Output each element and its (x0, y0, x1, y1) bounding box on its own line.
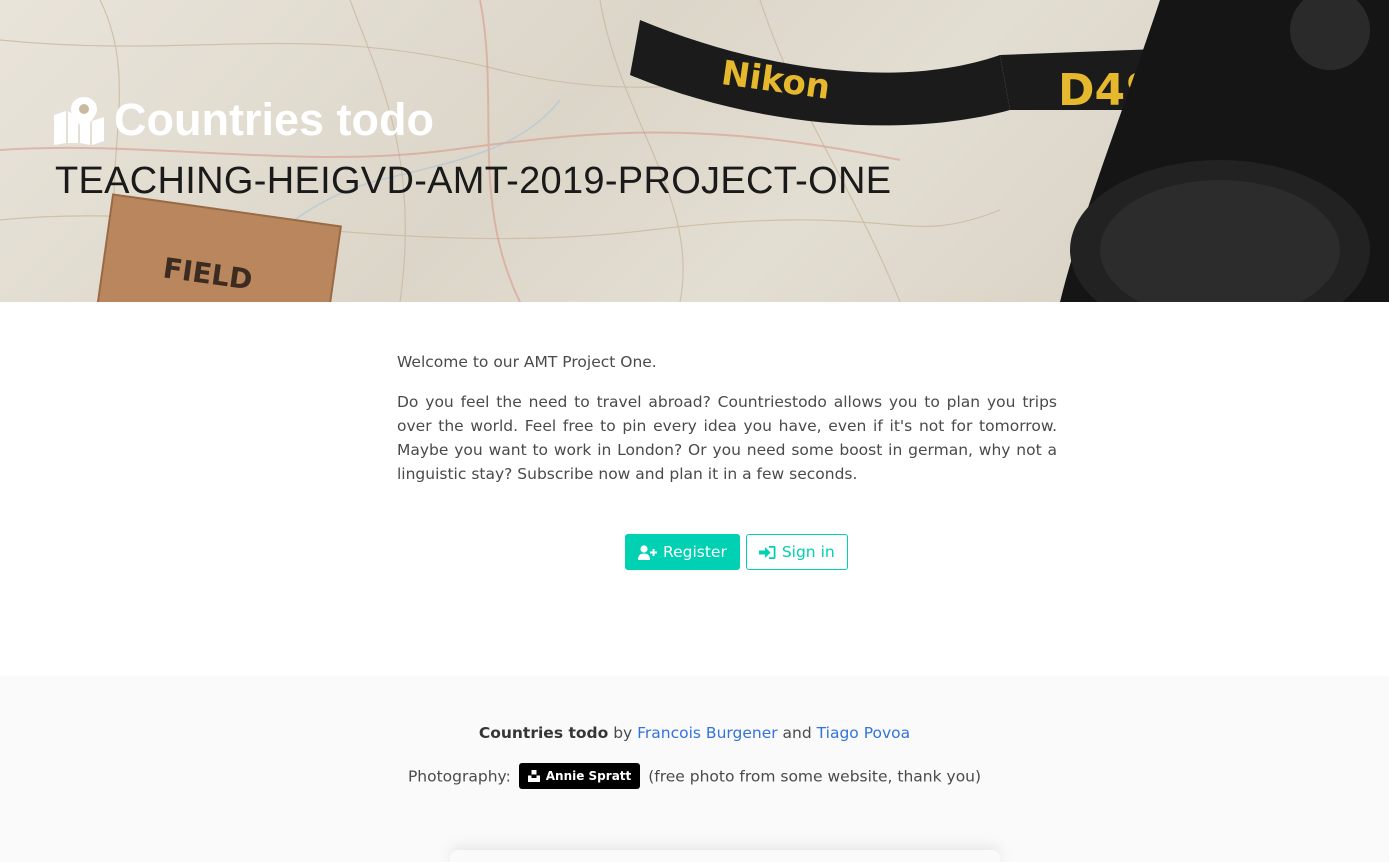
unsplash-icon (527, 770, 540, 782)
photography-label: Photography: (407, 767, 511, 786)
brand-title: Countries todo (114, 94, 434, 145)
register-button[interactable]: Register (625, 534, 740, 570)
footer-photo-credit: Photography: Annie Spratt (free photo fr… (0, 763, 1389, 790)
page-subtitle: TEACHING-HEIGVD-AMT-2019-PROJECT-ONE (55, 160, 892, 202)
bottom-shadow-card (450, 850, 1000, 862)
hero-banner: FIELD Nikon D4S Countries todo TEACHING-… (0, 0, 1389, 302)
register-label: Register (663, 543, 727, 561)
footer-credits: Countries todo by Francois Burgener and … (0, 724, 1389, 742)
map-marked-icon (54, 97, 104, 145)
footer-app-name: Countries todo (478, 724, 609, 742)
description-text: Do you feel the need to travel abroad? C… (397, 393, 1057, 483)
sign-in-icon (758, 545, 776, 559)
photo-note: (free photo from some website, thank you… (648, 767, 982, 786)
author-link-tiago[interactable]: Tiago Povoa (817, 724, 910, 742)
user-plus-icon (638, 544, 657, 560)
brand[interactable]: Countries todo (52, 94, 434, 146)
photographer-name: Annie Spratt (545, 769, 632, 783)
signin-button[interactable]: Sign in (745, 534, 848, 570)
intro-section: Welcome to our AMT Project One. Do you f… (397, 350, 1057, 502)
signin-label: Sign in (781, 543, 835, 561)
welcome-text: Welcome to our AMT Project One. (397, 353, 657, 371)
hero-background-photo: FIELD Nikon D4S (0, 0, 1389, 302)
footer-by: by (613, 724, 633, 742)
photographer-badge[interactable]: Annie Spratt (518, 763, 641, 789)
author-link-francois[interactable]: Francois Burgener (637, 724, 777, 742)
footer-and: and (782, 724, 812, 742)
action-buttons: Register Sign in (625, 534, 848, 570)
